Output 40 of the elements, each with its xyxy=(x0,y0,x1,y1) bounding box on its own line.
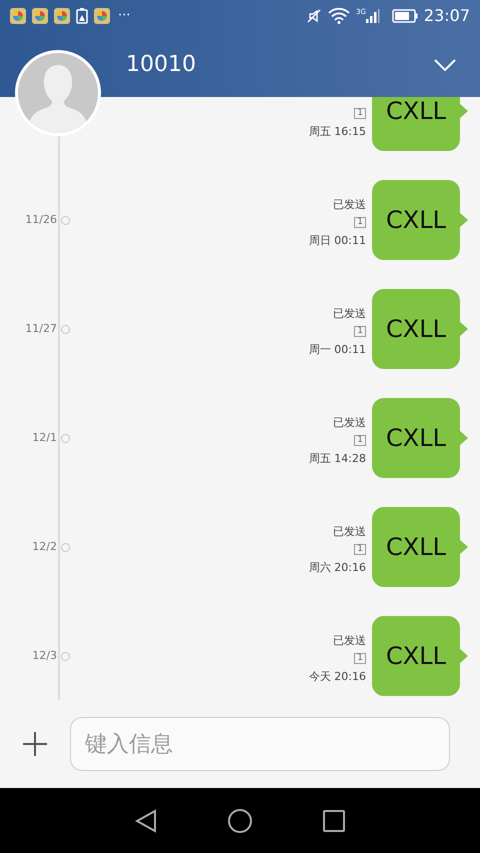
signal-icon xyxy=(366,9,380,23)
app-notification-icon xyxy=(94,8,110,24)
date-label: 12/3 xyxy=(32,648,57,664)
date-label: 12/2 xyxy=(32,538,57,555)
sim-badge: 1 xyxy=(354,108,366,119)
message-time: 周五 16:15 xyxy=(308,126,366,137)
sim-badge: 1 xyxy=(354,544,366,555)
delivery-status: 已发送 xyxy=(333,308,366,319)
home-icon[interactable] xyxy=(227,808,253,834)
delivery-status: 已发送 xyxy=(333,635,366,646)
app-notification-icon xyxy=(10,8,26,24)
battery-alert-icon xyxy=(76,8,88,24)
date-label: 11/26 xyxy=(25,212,57,228)
sim-badge: 1 xyxy=(354,653,366,664)
message-time: 今天 20:16 xyxy=(308,671,366,682)
recent-apps-icon[interactable] xyxy=(323,810,345,832)
contact-name: 10010 xyxy=(126,51,197,79)
message-input[interactable]: 键入信息 xyxy=(70,717,450,771)
battery-icon xyxy=(392,9,418,23)
sim-badge: 1 xyxy=(354,435,366,446)
chevron-down-icon[interactable] xyxy=(434,58,456,70)
message-time: 周一 00:11 xyxy=(308,344,366,355)
sim-badge: 1 xyxy=(354,326,366,337)
message-time: 周六 20:16 xyxy=(308,562,366,573)
app-notification-icon xyxy=(54,8,70,24)
mute-icon xyxy=(306,8,322,24)
back-icon[interactable] xyxy=(135,808,157,832)
app-notification-icon xyxy=(32,8,48,24)
sim-badge: 1 xyxy=(354,217,366,228)
delivery-status: 已发送 xyxy=(333,199,366,210)
delivery-status: 已发送 xyxy=(333,417,366,428)
message-time: 周五 14:28 xyxy=(308,453,366,464)
clock: 23:07 xyxy=(424,5,470,27)
wifi-icon xyxy=(328,8,350,24)
message-time: 周日 00:11 xyxy=(308,235,366,246)
plus-icon[interactable] xyxy=(22,731,48,757)
date-label: 12/1 xyxy=(32,430,57,446)
delivery-status: 已发送 xyxy=(333,526,366,537)
date-label: 11/27 xyxy=(25,320,57,337)
more-notifications: ··· xyxy=(118,7,130,26)
